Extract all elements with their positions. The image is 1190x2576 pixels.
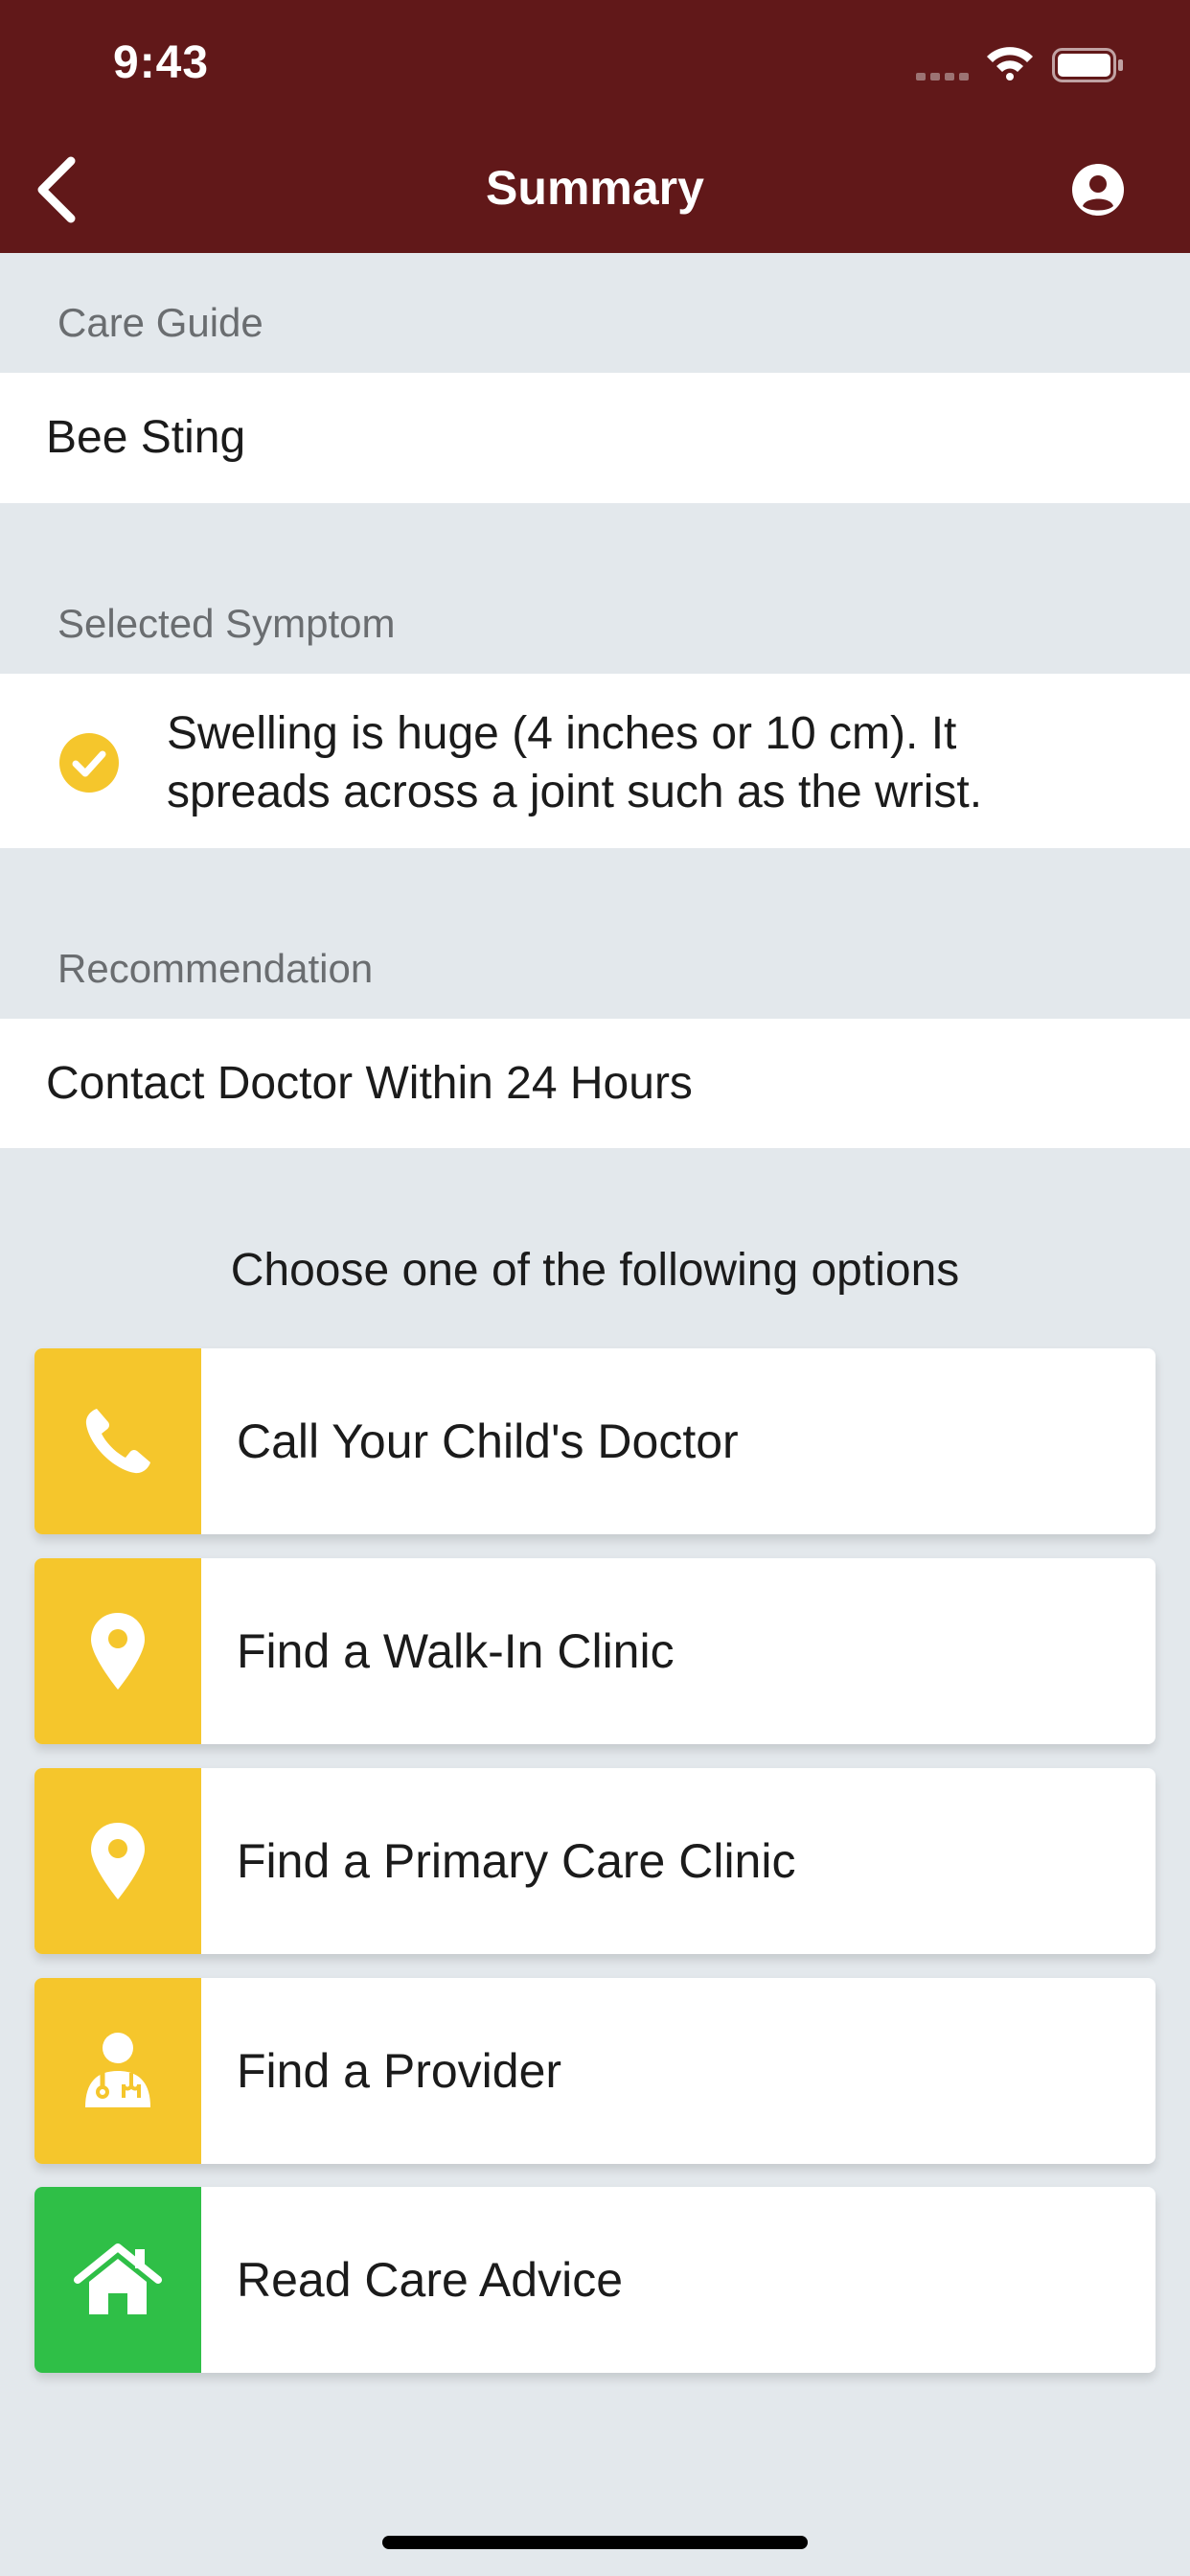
- recommendation-label: Recommendation: [57, 946, 374, 991]
- recommendation-row: Contact Doctor Within 24 Hours: [0, 1019, 1190, 1148]
- app-header: 9:43 Summary: [0, 0, 1190, 253]
- page-title: Summary: [486, 161, 704, 215]
- read-care-advice-button[interactable]: Read Care Advice: [34, 2187, 1156, 2373]
- find-walk-in-clinic-button[interactable]: Find a Walk-In Clinic: [34, 1558, 1156, 1744]
- care-guide-row: Bee Sting: [0, 373, 1190, 503]
- status-time: 9:43: [113, 37, 210, 88]
- selected-symptom-label: Selected Symptom: [57, 601, 396, 646]
- check-circle-icon: [59, 733, 119, 793]
- call-doctor-icon-tile: [34, 1348, 201, 1534]
- options-heading: Choose one of the following options: [230, 1245, 960, 1296]
- doctor-icon: [85, 2033, 150, 2107]
- selected-symptom-text: Swelling is huge (4 inches or 10 cm). It…: [167, 704, 1163, 821]
- provider-icon-tile: [34, 1978, 201, 2164]
- call-doctor-label: Call Your Child's Doctor: [237, 1414, 739, 1468]
- find-primary-care-clinic-button[interactable]: Find a Primary Care Clinic: [34, 1768, 1156, 1954]
- care-guide-value: Bee Sting: [46, 412, 246, 463]
- selected-symptom-line-2: spreads across a joint such as the wrist…: [167, 767, 983, 817]
- map-pin-icon: [91, 1823, 145, 1899]
- home-indicator[interactable]: [382, 2536, 808, 2549]
- battery-icon: [1052, 48, 1123, 82]
- primary-care-clinic-label: Find a Primary Care Clinic: [237, 1834, 796, 1888]
- home-icon: [74, 2243, 162, 2314]
- care-guide-label: Care Guide: [57, 300, 263, 345]
- user-profile-icon[interactable]: [1071, 163, 1125, 217]
- care-advice-label: Read Care Advice: [237, 2253, 624, 2307]
- map-pin-icon: [91, 1613, 145, 1690]
- walk-in-clinic-label: Find a Walk-In Clinic: [237, 1624, 675, 1678]
- wifi-icon: [987, 47, 1033, 80]
- primary-care-icon-tile: [34, 1768, 201, 1954]
- phone-icon: [85, 1409, 150, 1474]
- selected-symptom-row: Swelling is huge (4 inches or 10 cm). It…: [0, 674, 1190, 848]
- cellular-signal-icon: [916, 73, 969, 80]
- find-provider-button[interactable]: Find a Provider: [34, 1978, 1156, 2164]
- care-advice-icon-tile: [34, 2187, 201, 2373]
- call-doctor-button[interactable]: Call Your Child's Doctor: [34, 1348, 1156, 1534]
- selected-symptom-line-1: Swelling is huge (4 inches or 10 cm). It: [167, 708, 957, 759]
- walk-in-clinic-icon-tile: [34, 1558, 201, 1744]
- provider-label: Find a Provider: [237, 2044, 562, 2098]
- recommendation-value: Contact Doctor Within 24 Hours: [46, 1058, 693, 1109]
